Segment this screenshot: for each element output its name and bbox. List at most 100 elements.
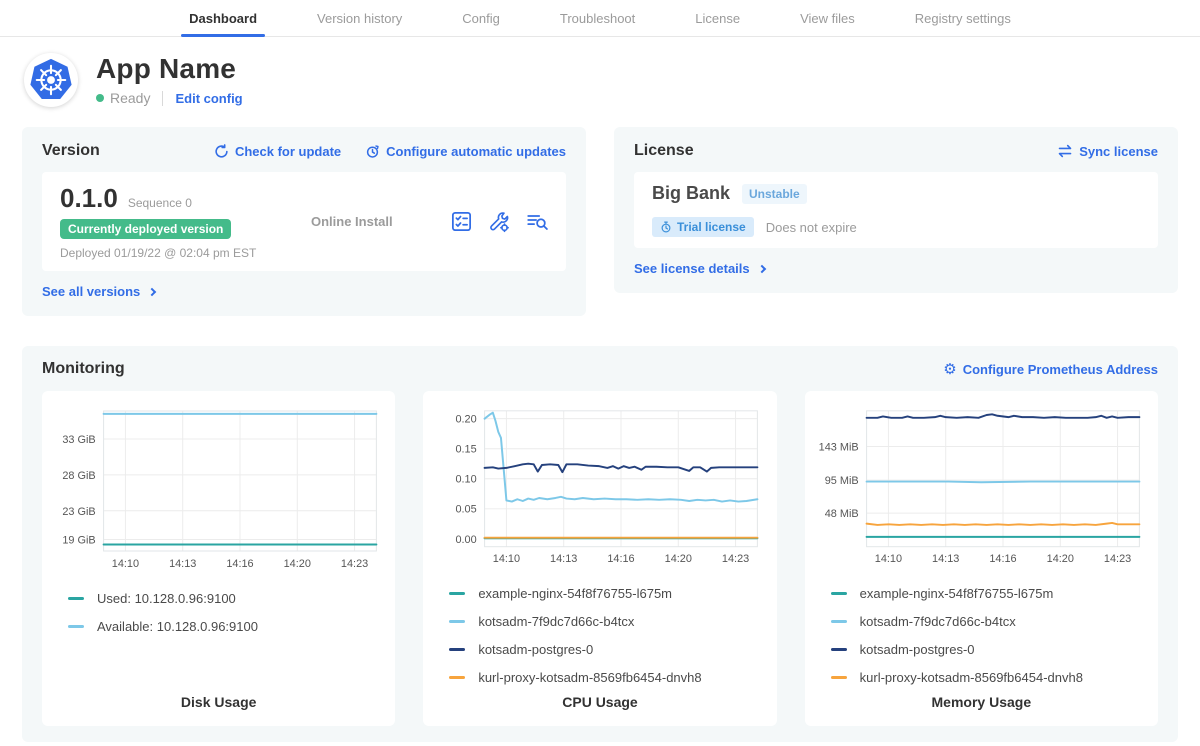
chart-title: Disk Usage [54,686,383,710]
svg-text:14:16: 14:16 [989,553,1016,565]
svg-text:14:23: 14:23 [1104,553,1131,565]
tab-config[interactable]: Config [460,0,502,36]
svg-text:0.15: 0.15 [456,444,477,456]
see-all-versions-link[interactable]: See all versions [42,284,155,299]
legend-item: example-nginx-54f8f76755-l675m [449,585,764,602]
top-nav: Dashboard Version history Config Troublesho… [0,0,1200,37]
tab-view-files[interactable]: View files [798,0,857,36]
svg-text:14:16: 14:16 [226,558,253,570]
legend-item: kotsadm-postgres-0 [831,641,1146,658]
sync-icon [1057,144,1073,158]
svg-text:14:20: 14:20 [665,553,692,565]
stopwatch-icon [660,221,672,233]
svg-text:14:13: 14:13 [169,558,196,570]
customer-name: Big Bank [652,183,730,204]
kubernetes-logo-icon [24,53,78,107]
refresh-icon [214,144,229,159]
current-version-panel: 0.1.0 Sequence 0 Currently deployed vers… [42,172,566,271]
monitoring-section: Monitoring ⚙ Configure Prometheus Addres… [22,346,1178,742]
svg-text:14:20: 14:20 [1046,553,1073,565]
svg-text:143 MiB: 143 MiB [818,442,858,454]
install-type-label: Online Install [305,214,451,229]
legend-item: kotsadm-7f9dc7d66c-b4tcx [831,613,1146,630]
deployed-version-badge: Currently deployed version [60,219,231,239]
svg-text:0.20: 0.20 [456,414,477,426]
legend-label: kotsadm-7f9dc7d66c-b4tcx [860,613,1016,630]
cpu-usage-chart-card: 0.000.050.100.150.2014:1014:1314:1614:20… [423,391,776,726]
legend-item: kurl-proxy-kotsadm-8569fb6454-dnvh8 [831,669,1146,686]
schedule-update-icon [365,144,380,159]
svg-text:14:23: 14:23 [341,558,368,570]
svg-text:14:16: 14:16 [608,553,635,565]
legend-item: Used: 10.128.0.96:9100 [68,590,383,607]
svg-text:14:10: 14:10 [493,553,520,565]
license-expiry: Does not expire [766,220,857,235]
preflight-checks-icon[interactable] [451,211,472,232]
tab-version-history[interactable]: Version history [315,0,404,36]
legend-label: kurl-proxy-kotsadm-8569fb6454-dnvh8 [860,669,1083,686]
svg-text:33 GiB: 33 GiB [62,434,95,446]
svg-text:14:13: 14:13 [550,553,577,565]
edit-config-link[interactable]: Edit config [175,91,242,106]
app-header: App Name Ready Edit config [0,37,1200,123]
configure-prometheus-button[interactable]: ⚙ Configure Prometheus Address [943,362,1158,377]
deployed-timestamp: Deployed 01/19/22 @ 02:04 pm EST [60,246,305,260]
svg-text:14:10: 14:10 [112,558,139,570]
svg-text:23 GiB: 23 GiB [62,506,95,518]
charts-row: 19 GiB23 GiB28 GiB33 GiB14:1014:1314:161… [42,391,1158,726]
edit-config-wrench-icon[interactable] [488,211,510,233]
legend-swatch [831,620,847,623]
channel-badge: Unstable [742,184,807,204]
chart-plot: 0.000.050.100.150.2014:1014:1314:1614:20… [435,405,764,570]
legend-label: example-nginx-54f8f76755-l675m [478,585,672,602]
svg-text:14:10: 14:10 [874,553,901,565]
sync-license-button[interactable]: Sync license [1057,144,1158,159]
svg-text:28 GiB: 28 GiB [62,470,95,482]
chevron-right-icon [757,264,765,272]
version-card: Version Check for update Configure autom… [22,127,586,316]
status-dot [96,94,104,102]
view-logs-icon[interactable] [526,212,548,232]
legend-swatch [449,592,465,595]
legend-label: kotsadm-postgres-0 [478,641,593,658]
legend-item: Available: 10.128.0.96:9100 [68,618,383,635]
svg-text:14:13: 14:13 [932,553,959,565]
trial-license-badge: Trial license [652,217,754,237]
chart-plot: 48 MiB95 MiB143 MiB14:1014:1314:1614:201… [817,405,1146,570]
legend-item: kotsadm-postgres-0 [449,641,764,658]
gear-icon: ⚙ [943,362,956,377]
svg-text:48 MiB: 48 MiB [824,508,858,520]
svg-text:14:23: 14:23 [722,553,749,565]
tab-license[interactable]: License [693,0,742,36]
chart-title: Memory Usage [817,686,1146,710]
disk-usage-chart-card: 19 GiB23 GiB28 GiB33 GiB14:1014:1314:161… [42,391,395,726]
legend-item: example-nginx-54f8f76755-l675m [831,585,1146,602]
chart-plot: 19 GiB23 GiB28 GiB33 GiB14:1014:1314:161… [54,405,383,575]
monitoring-title: Monitoring [42,360,125,378]
tab-dashboard[interactable]: Dashboard [187,0,259,36]
check-for-update-button[interactable]: Check for update [214,144,341,159]
legend-swatch [449,648,465,651]
see-license-details-link[interactable]: See license details [634,261,765,276]
status-badge: Ready [110,90,150,106]
chevron-right-icon [148,287,156,295]
chart-legend: Used: 10.128.0.96:9100 Available: 10.128.… [68,579,383,635]
tab-troubleshoot[interactable]: Troubleshoot [558,0,637,36]
legend-label: kotsadm-7f9dc7d66c-b4tcx [478,613,634,630]
svg-text:14:20: 14:20 [284,558,311,570]
legend-swatch [449,676,465,679]
legend-item: kotsadm-7f9dc7d66c-b4tcx [449,613,764,630]
svg-text:0.00: 0.00 [456,534,477,546]
legend-label: Available: 10.128.0.96:9100 [97,618,258,635]
legend-item: kurl-proxy-kotsadm-8569fb6454-dnvh8 [449,669,764,686]
license-card-title: License [634,142,694,160]
legend-swatch [831,648,847,651]
configure-automatic-updates-button[interactable]: Configure automatic updates [365,144,566,159]
legend-swatch [449,620,465,623]
svg-text:0.05: 0.05 [456,504,477,516]
page-title: App Name [96,54,243,83]
chart-title: CPU Usage [435,686,764,710]
legend-swatch [68,625,84,628]
legend-label: kotsadm-postgres-0 [860,641,975,658]
tab-registry-settings[interactable]: Registry settings [913,0,1013,36]
